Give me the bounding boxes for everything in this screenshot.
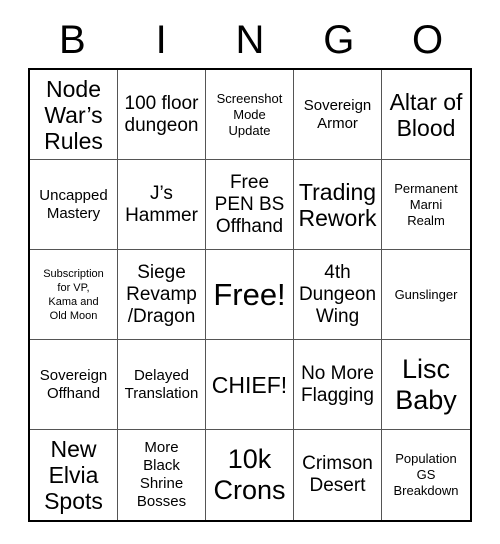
bingo-cell[interactable]: Permanent Marni Realm (382, 160, 470, 250)
bingo-free-space[interactable]: Free! (206, 250, 294, 340)
bingo-cell-label: 100 floor dungeon (124, 92, 199, 136)
bingo-cell-label: 10k Crons (213, 444, 286, 505)
bingo-cell-label: Sovereign Offhand (39, 366, 108, 402)
bingo-cell-label: Altar of Blood (389, 88, 463, 141)
bingo-cell[interactable]: Population GS Breakdown (382, 430, 470, 520)
bingo-header-letter-b: B (59, 18, 86, 62)
bingo-cell-label: Free PEN BS Offhand (214, 171, 285, 237)
bingo-cell[interactable]: 10k Crons (206, 430, 294, 520)
bingo-cell-label: Trading Rework (298, 178, 377, 231)
bingo-cell[interactable]: Siege Revamp /Dragon (118, 250, 206, 340)
bingo-cell-label: More Black Shrine Bosses (136, 439, 187, 510)
bingo-cell[interactable]: More Black Shrine Bosses (118, 430, 206, 520)
bingo-cell[interactable]: Gunslinger (382, 250, 470, 340)
bingo-header-letter-i: I (155, 18, 167, 62)
bingo-cell-label: No More Flagging (301, 362, 374, 406)
bingo-cell-label: J’s Hammer (125, 182, 198, 226)
bingo-cell[interactable]: CHIEF! (206, 340, 294, 430)
bingo-grid-container: Node War’s Rules 100 floor dungeon Screens… (28, 68, 472, 522)
bingo-cell-label: Lisc Baby (395, 353, 457, 415)
bingo-cell-label: Population GS Breakdown (393, 451, 459, 498)
bingo-cell-label: New Elvia Spots (44, 436, 103, 514)
bingo-cell[interactable]: Node War’s Rules (30, 70, 118, 160)
bingo-cell-label: Free! (213, 277, 286, 312)
bingo-cell[interactable]: Uncapped Mastery (30, 160, 118, 250)
bingo-cell-label: Screenshot Mode Update (216, 90, 283, 138)
bingo-cell-label: Siege Revamp /Dragon (126, 261, 197, 327)
bingo-cell[interactable]: Sovereign Armor (294, 70, 382, 160)
bingo-cell[interactable]: Delayed Translation (118, 340, 206, 430)
bingo-grid: Node War’s Rules 100 floor dungeon Screens… (30, 70, 470, 520)
bingo-header-letter-g: G (323, 18, 355, 62)
bingo-cell[interactable]: Lisc Baby (382, 340, 470, 430)
bingo-cell-label: Gunslinger (394, 286, 458, 302)
bingo-cell[interactable]: Screenshot Mode Update (206, 70, 294, 160)
bingo-cell-label: Delayed Translation (124, 366, 199, 402)
bingo-cell[interactable]: Altar of Blood (382, 70, 470, 160)
bingo-cell-label: Uncapped Mastery (39, 186, 108, 222)
bingo-header-letter-o: O (412, 18, 444, 62)
bingo-cell[interactable]: J’s Hammer (118, 160, 206, 250)
bingo-cell-label: 4th Dungeon Wing (298, 261, 377, 327)
bingo-header-letter-n: N (235, 18, 265, 62)
bingo-cell[interactable]: 100 floor dungeon (118, 70, 206, 160)
bingo-cell-label: Crimson Desert (302, 453, 373, 496)
bingo-header: B I N G O (28, 0, 472, 64)
bingo-cell-label: Permanent Marni Realm (394, 180, 458, 228)
bingo-cell-label: Sovereign Armor (303, 96, 372, 132)
bingo-cell[interactable]: Subscription for VP, Kama and Old Moon (30, 250, 118, 340)
bingo-cell-label: Node War’s Rules (44, 75, 103, 154)
bingo-cell[interactable]: No More Flagging (294, 340, 382, 430)
bingo-cell[interactable]: 4th Dungeon Wing (294, 250, 382, 340)
bingo-cell-label: CHIEF! (211, 371, 288, 398)
bingo-cell[interactable]: Sovereign Offhand (30, 340, 118, 430)
bingo-cell-label: Subscription for VP, Kama and Old Moon (43, 267, 104, 322)
bingo-cell[interactable]: Crimson Desert (294, 430, 382, 520)
bingo-cell[interactable]: New Elvia Spots (30, 430, 118, 520)
bingo-cell[interactable]: Trading Rework (294, 160, 382, 250)
bingo-card: B I N G O Node War’s Rules 100 floor dung… (0, 0, 500, 544)
bingo-cell[interactable]: Free PEN BS Offhand (206, 160, 294, 250)
